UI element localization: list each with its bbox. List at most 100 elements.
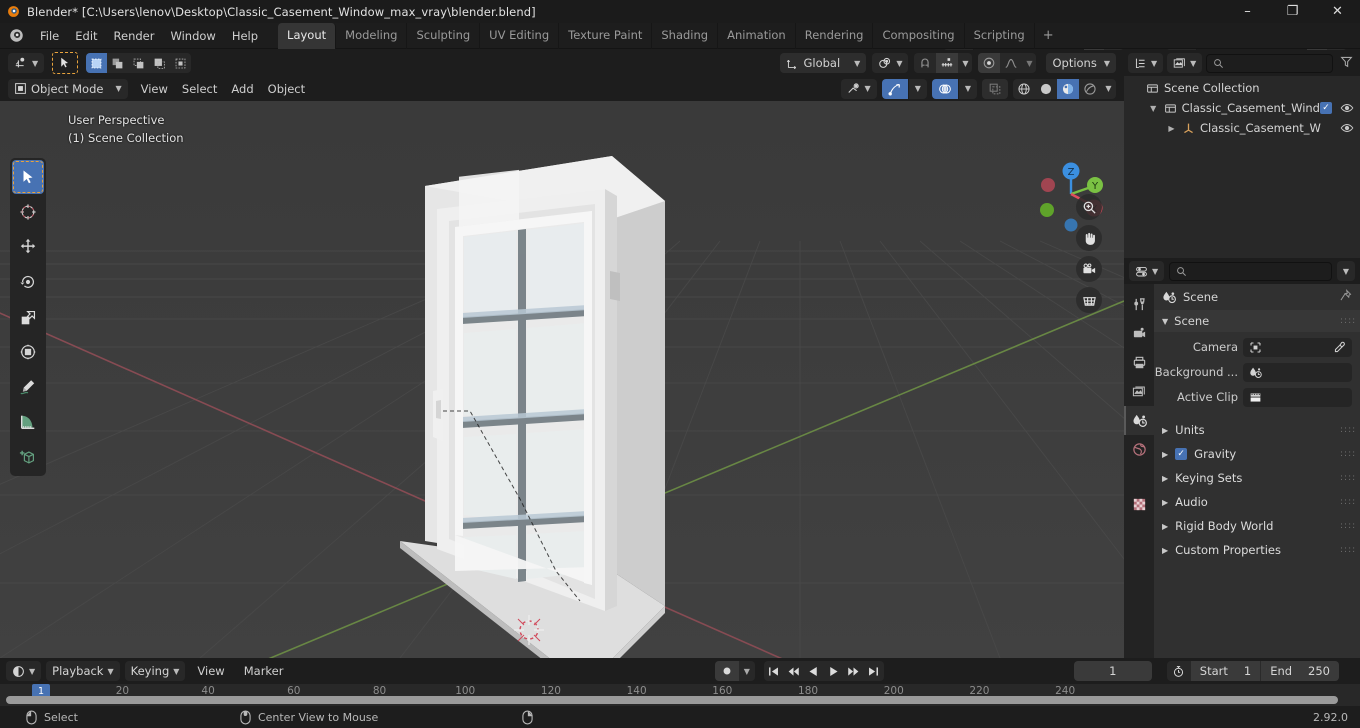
main-menu-file[interactable]: File [32, 26, 67, 46]
timeline-editor-type-button[interactable]: ▼ [6, 661, 42, 681]
wireframe-shading-icon[interactable] [1013, 82, 1035, 96]
outliner-row[interactable]: Scene Collection [1124, 78, 1360, 98]
jump-to-next-keyframe-button[interactable] [844, 661, 864, 681]
rendered-shading-icon[interactable] [1079, 82, 1101, 96]
outliner-editor-type-button[interactable]: ▼ [1128, 53, 1164, 73]
xray-toggle-button[interactable] [982, 78, 1008, 99]
minimize-button[interactable]: – [1225, 0, 1270, 23]
add-workspace-button[interactable]: + [1035, 24, 1062, 47]
select-extend-icon[interactable] [107, 53, 128, 73]
workspace-tab-rendering[interactable]: Rendering [796, 22, 874, 49]
zoom-icon[interactable] [1076, 194, 1102, 220]
main-menu-window[interactable]: Window [162, 26, 223, 46]
scale-tool[interactable] [12, 300, 44, 334]
viewport-menu-add[interactable]: Add [224, 79, 260, 99]
workspace-tab-uv-editing[interactable]: UV Editing [480, 22, 560, 49]
options-button[interactable]: Options ▼ [1046, 53, 1116, 73]
scene-panel-header[interactable]: ▼ Scene :::: [1154, 310, 1360, 332]
main-menu-render[interactable]: Render [106, 26, 163, 46]
viewport-3d-canvas[interactable]: User Perspective (1) Scene Collection Z … [0, 101, 1124, 658]
transform-tool[interactable] [12, 335, 44, 369]
blender-menu-icon[interactable] [9, 28, 24, 43]
camera-icon[interactable] [1076, 256, 1102, 282]
main-menu-help[interactable]: Help [224, 26, 266, 46]
pin-icon[interactable] [1339, 288, 1352, 305]
gravity-checkbox[interactable]: ✓ [1175, 448, 1188, 460]
subpanel-header[interactable]: ▶ Units:::: [1154, 418, 1360, 442]
shading-dropdown-icon[interactable]: ▼ [1101, 84, 1116, 93]
falloff-curve-icon[interactable] [1000, 56, 1022, 70]
maximize-button[interactable]: ❐ [1270, 0, 1315, 23]
outliner-filter-icon[interactable] [1337, 55, 1356, 71]
workspace-tab-sculpting[interactable]: Sculpting [407, 22, 481, 49]
snap-increment-icon[interactable] [936, 53, 959, 73]
show-gizmo-button[interactable] [881, 78, 908, 99]
select-subtract-icon[interactable] [128, 53, 149, 73]
editor-type-button[interactable]: ▼ [8, 53, 45, 73]
proportional-edit-icon[interactable] [978, 53, 1001, 73]
overlays-dropdown-button[interactable]: ▼ [958, 78, 977, 99]
properties-options-button[interactable]: ▼ [1336, 261, 1355, 281]
workspace-tab-layout[interactable]: Layout [278, 22, 337, 49]
move-tool[interactable] [12, 230, 44, 264]
material-preview-shading-icon[interactable] [1057, 78, 1079, 99]
workspace-tab-shading[interactable]: Shading [652, 22, 719, 49]
viewport-menu-select[interactable]: Select [175, 79, 224, 99]
subpanel-header[interactable]: ▶ Keying Sets:::: [1154, 466, 1360, 490]
disclosure-triangle-icon[interactable]: ▶ [1166, 124, 1177, 133]
start-frame-field[interactable]: Start 1 [1190, 661, 1261, 681]
outliner-row[interactable]: ▼ Classic_Casement_Wind ✓ [1124, 98, 1360, 118]
measure-tool[interactable] [12, 405, 44, 439]
auto-keying-dropdown-icon[interactable]: ▼ [739, 667, 755, 676]
property-input[interactable] [1243, 387, 1352, 407]
jump-to-end-button[interactable] [864, 661, 884, 681]
outliner-row[interactable]: ▶ Classic_Casement_W [1124, 118, 1360, 138]
ortho-grid-icon[interactable] [1076, 287, 1102, 313]
property-input[interactable] [1243, 362, 1352, 382]
texture-icon[interactable] [1124, 490, 1154, 519]
show-overlays-button[interactable] [931, 78, 958, 99]
outliner-exclude-checkbox[interactable]: ✓ [1320, 102, 1332, 114]
close-button[interactable]: ✕ [1315, 0, 1360, 23]
active-tool-indicator[interactable] [52, 52, 79, 74]
outliner-visibility-icon[interactable] [1340, 101, 1354, 115]
subpanel-header[interactable]: ▶ ✓ Gravity:::: [1154, 442, 1360, 466]
workspace-tab-texture-paint[interactable]: Texture Paint [559, 22, 653, 49]
workspace-tab-scripting[interactable]: Scripting [965, 22, 1035, 49]
main-menu-edit[interactable]: Edit [67, 26, 105, 46]
visibility-button[interactable]: ▼ [840, 78, 877, 99]
transform-orientation-button[interactable]: Global ▼ [780, 53, 867, 73]
timeline-marker-menu[interactable]: Marker [237, 661, 291, 681]
pivot-point-button[interactable]: ▼ [872, 53, 909, 73]
keying-menu-button[interactable]: Keying ▼ [124, 661, 186, 681]
eyedropper-icon[interactable] [1333, 341, 1346, 354]
select-set-icon[interactable] [86, 53, 108, 73]
property-input[interactable] [1243, 337, 1352, 357]
navigation-gizmo[interactable]: Z Y X [1030, 156, 1106, 232]
properties-search-input[interactable] [1169, 261, 1332, 281]
auto-keying-icon[interactable] [714, 661, 739, 681]
select-invert-icon[interactable] [149, 53, 170, 73]
falloff-dropdown-icon[interactable]: ▼ [1022, 59, 1036, 68]
outliner-display-mode-button[interactable]: ▼ [1167, 53, 1203, 73]
viewport-menu-object[interactable]: Object [261, 79, 312, 99]
jump-to-start-button[interactable] [764, 661, 784, 681]
workspace-tab-compositing[interactable]: Compositing [873, 22, 965, 49]
playback-menu-button[interactable]: Playback ▼ [46, 661, 120, 681]
viewport-menu-view[interactable]: View [134, 79, 175, 99]
workspace-tab-animation[interactable]: Animation [718, 22, 796, 49]
properties-editor-type-button[interactable]: ▼ [1129, 261, 1165, 281]
snap-dropdown-icon[interactable]: ▼ [958, 59, 972, 68]
jump-to-prev-keyframe-button[interactable] [784, 661, 804, 681]
select-box-tool[interactable] [12, 160, 44, 194]
subpanel-header[interactable]: ▶ Audio:::: [1154, 490, 1360, 514]
object-mode-button[interactable]: Object Mode ▼ [8, 78, 128, 99]
end-frame-field[interactable]: End 250 [1260, 661, 1339, 681]
world-icon[interactable] [1124, 435, 1154, 464]
outliner-visibility-icon[interactable] [1340, 121, 1354, 135]
play-reverse-button[interactable] [804, 661, 824, 681]
select-intersect-icon[interactable] [170, 53, 191, 73]
workspace-tab-modeling[interactable]: Modeling [336, 22, 408, 49]
solid-shading-icon[interactable] [1035, 82, 1057, 96]
snap-magnet-icon[interactable] [914, 56, 936, 70]
